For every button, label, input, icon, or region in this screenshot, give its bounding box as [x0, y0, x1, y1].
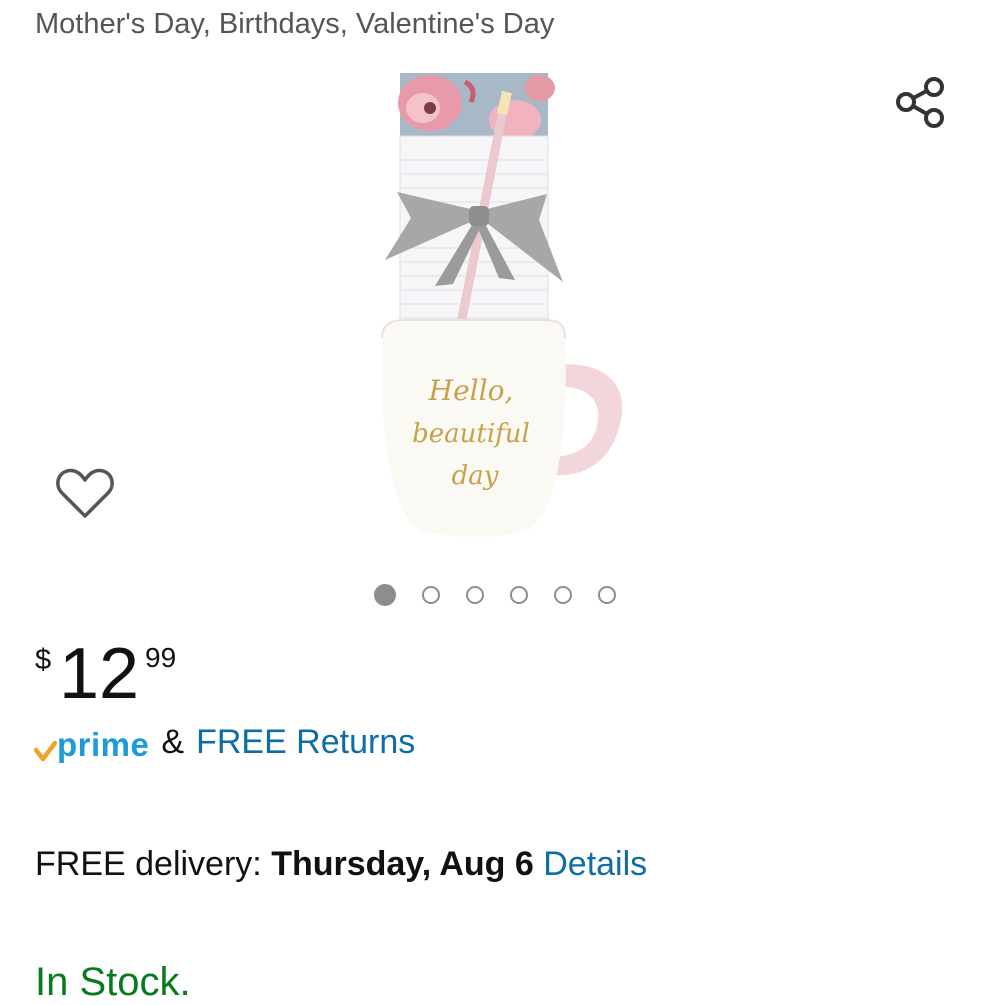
prime-logo[interactable]: prime	[33, 728, 149, 762]
carousel-dot[interactable]	[422, 586, 440, 604]
delivery-info: FREE delivery: Thursday, Aug 6 Details	[35, 845, 647, 884]
share-icon	[896, 77, 944, 128]
stock-status: In Stock.	[35, 960, 191, 1004]
ampersand: &	[161, 723, 185, 761]
price-fraction: 99	[145, 642, 177, 673]
delivery-label: FREE delivery:	[35, 845, 272, 883]
svg-text:beautiful: beautiful	[412, 419, 530, 449]
share-button[interactable]	[892, 74, 952, 134]
free-returns-link[interactable]: FREE Returns	[196, 722, 415, 762]
carousel-dot[interactable]	[510, 586, 528, 604]
carousel-dot[interactable]	[598, 586, 616, 604]
delivery-date: Thursday, Aug 6	[271, 845, 534, 883]
prime-logo-text: prime	[57, 726, 150, 763]
price-currency: $	[35, 644, 52, 676]
carousel-dot[interactable]	[466, 586, 484, 604]
image-carousel-indicator	[374, 584, 616, 606]
product-subtitle: Mother's Day, Birthdays, Valentine's Day	[35, 8, 555, 40]
svg-text:day: day	[452, 461, 499, 491]
svg-text:Hello,: Hello,	[428, 374, 514, 407]
prime-check-icon	[33, 740, 57, 762]
add-to-wishlist-button[interactable]	[54, 464, 116, 524]
prime-row: prime & FREE Returns	[33, 722, 415, 762]
price-whole: 12	[59, 634, 140, 714]
carousel-dot[interactable]	[374, 584, 396, 606]
carousel-dot[interactable]	[554, 586, 572, 604]
product-image[interactable]: Hello, beautiful day	[375, 70, 630, 540]
delivery-details-link[interactable]: Details	[543, 845, 647, 883]
heart-icon	[56, 468, 114, 518]
